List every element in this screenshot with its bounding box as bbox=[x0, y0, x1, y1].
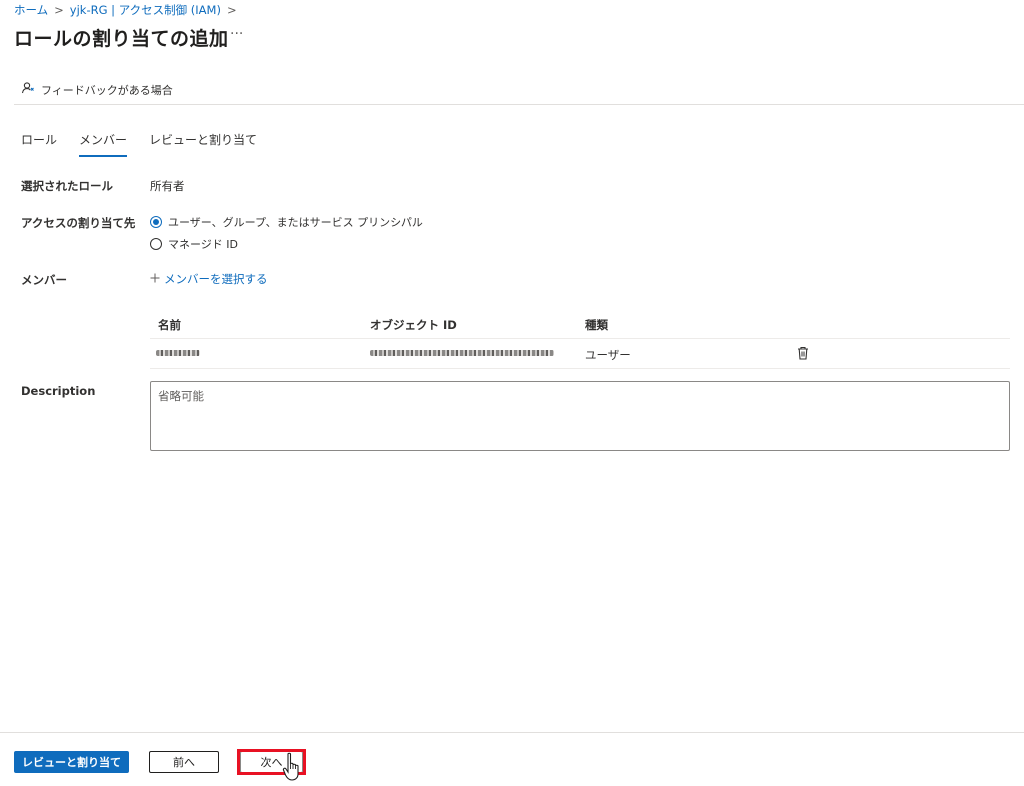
column-header-name[interactable]: 名前 bbox=[158, 317, 181, 333]
review-assign-button[interactable]: レビューと割り当て bbox=[14, 751, 129, 773]
radio-managed-identity[interactable]: マネージド ID bbox=[150, 236, 238, 252]
radio-selected-icon bbox=[150, 216, 162, 228]
breadcrumb-iam[interactable]: yjk-RG | アクセス制御 (IAM) bbox=[70, 2, 221, 18]
footer-divider bbox=[0, 732, 1024, 733]
members-label: メンバー bbox=[21, 273, 67, 287]
radio-managed-identity-label: マネージド ID bbox=[168, 238, 238, 251]
delete-icon[interactable] bbox=[797, 346, 809, 363]
hand-cursor-icon bbox=[282, 752, 304, 785]
table-row-divider bbox=[150, 368, 1010, 369]
tab-members[interactable]: メンバー bbox=[79, 131, 128, 157]
chevron-right-icon: > bbox=[226, 3, 237, 17]
select-members-label: メンバーを選択する bbox=[164, 272, 268, 286]
radio-unselected-icon bbox=[150, 238, 162, 250]
table-row: ユーザー bbox=[150, 340, 1010, 368]
feedback-link[interactable]: フィードバックがある場合 bbox=[21, 81, 173, 98]
assign-access-label: アクセスの割り当て先 bbox=[21, 216, 136, 230]
feedback-label: フィードバックがある場合 bbox=[41, 83, 173, 97]
column-header-object-id[interactable]: オブジェクト ID bbox=[370, 317, 457, 333]
tab-role[interactable]: ロール bbox=[21, 131, 57, 154]
feedback-icon bbox=[21, 81, 35, 98]
previous-button[interactable]: 前へ bbox=[149, 751, 219, 773]
column-header-type[interactable]: 種類 bbox=[585, 317, 608, 333]
breadcrumb: ホーム > yjk-RG | アクセス制御 (IAM) > bbox=[14, 2, 237, 18]
table-header-divider bbox=[150, 338, 1010, 339]
description-textarea[interactable]: 省略可能 bbox=[150, 381, 1010, 451]
description-label: Description bbox=[21, 384, 96, 398]
chevron-right-icon: > bbox=[54, 3, 64, 17]
wizard-tabs: ロール メンバー レビューと割り当て bbox=[21, 131, 257, 157]
more-options-button[interactable]: ··· bbox=[230, 26, 243, 42]
tab-review-assign[interactable]: レビューと割り当て bbox=[149, 131, 257, 154]
radio-user-group-sp-label: ユーザー、グループ、またはサービス プリンシパル bbox=[168, 216, 423, 229]
plus-icon bbox=[150, 272, 160, 286]
selected-role-value: 所有者 bbox=[150, 179, 185, 193]
radio-user-group-sp[interactable]: ユーザー、グループ、またはサービス プリンシパル bbox=[150, 214, 423, 230]
selected-role-label: 選択されたロール bbox=[21, 179, 113, 193]
page-title: ロールの割り当ての追加 bbox=[14, 28, 229, 50]
member-name-redacted bbox=[156, 350, 200, 356]
breadcrumb-home[interactable]: ホーム bbox=[14, 2, 48, 18]
divider bbox=[14, 104, 1024, 105]
member-type: ユーザー bbox=[585, 348, 631, 362]
select-members-link[interactable]: メンバーを選択する bbox=[150, 271, 268, 287]
member-object-id-redacted bbox=[370, 350, 554, 356]
